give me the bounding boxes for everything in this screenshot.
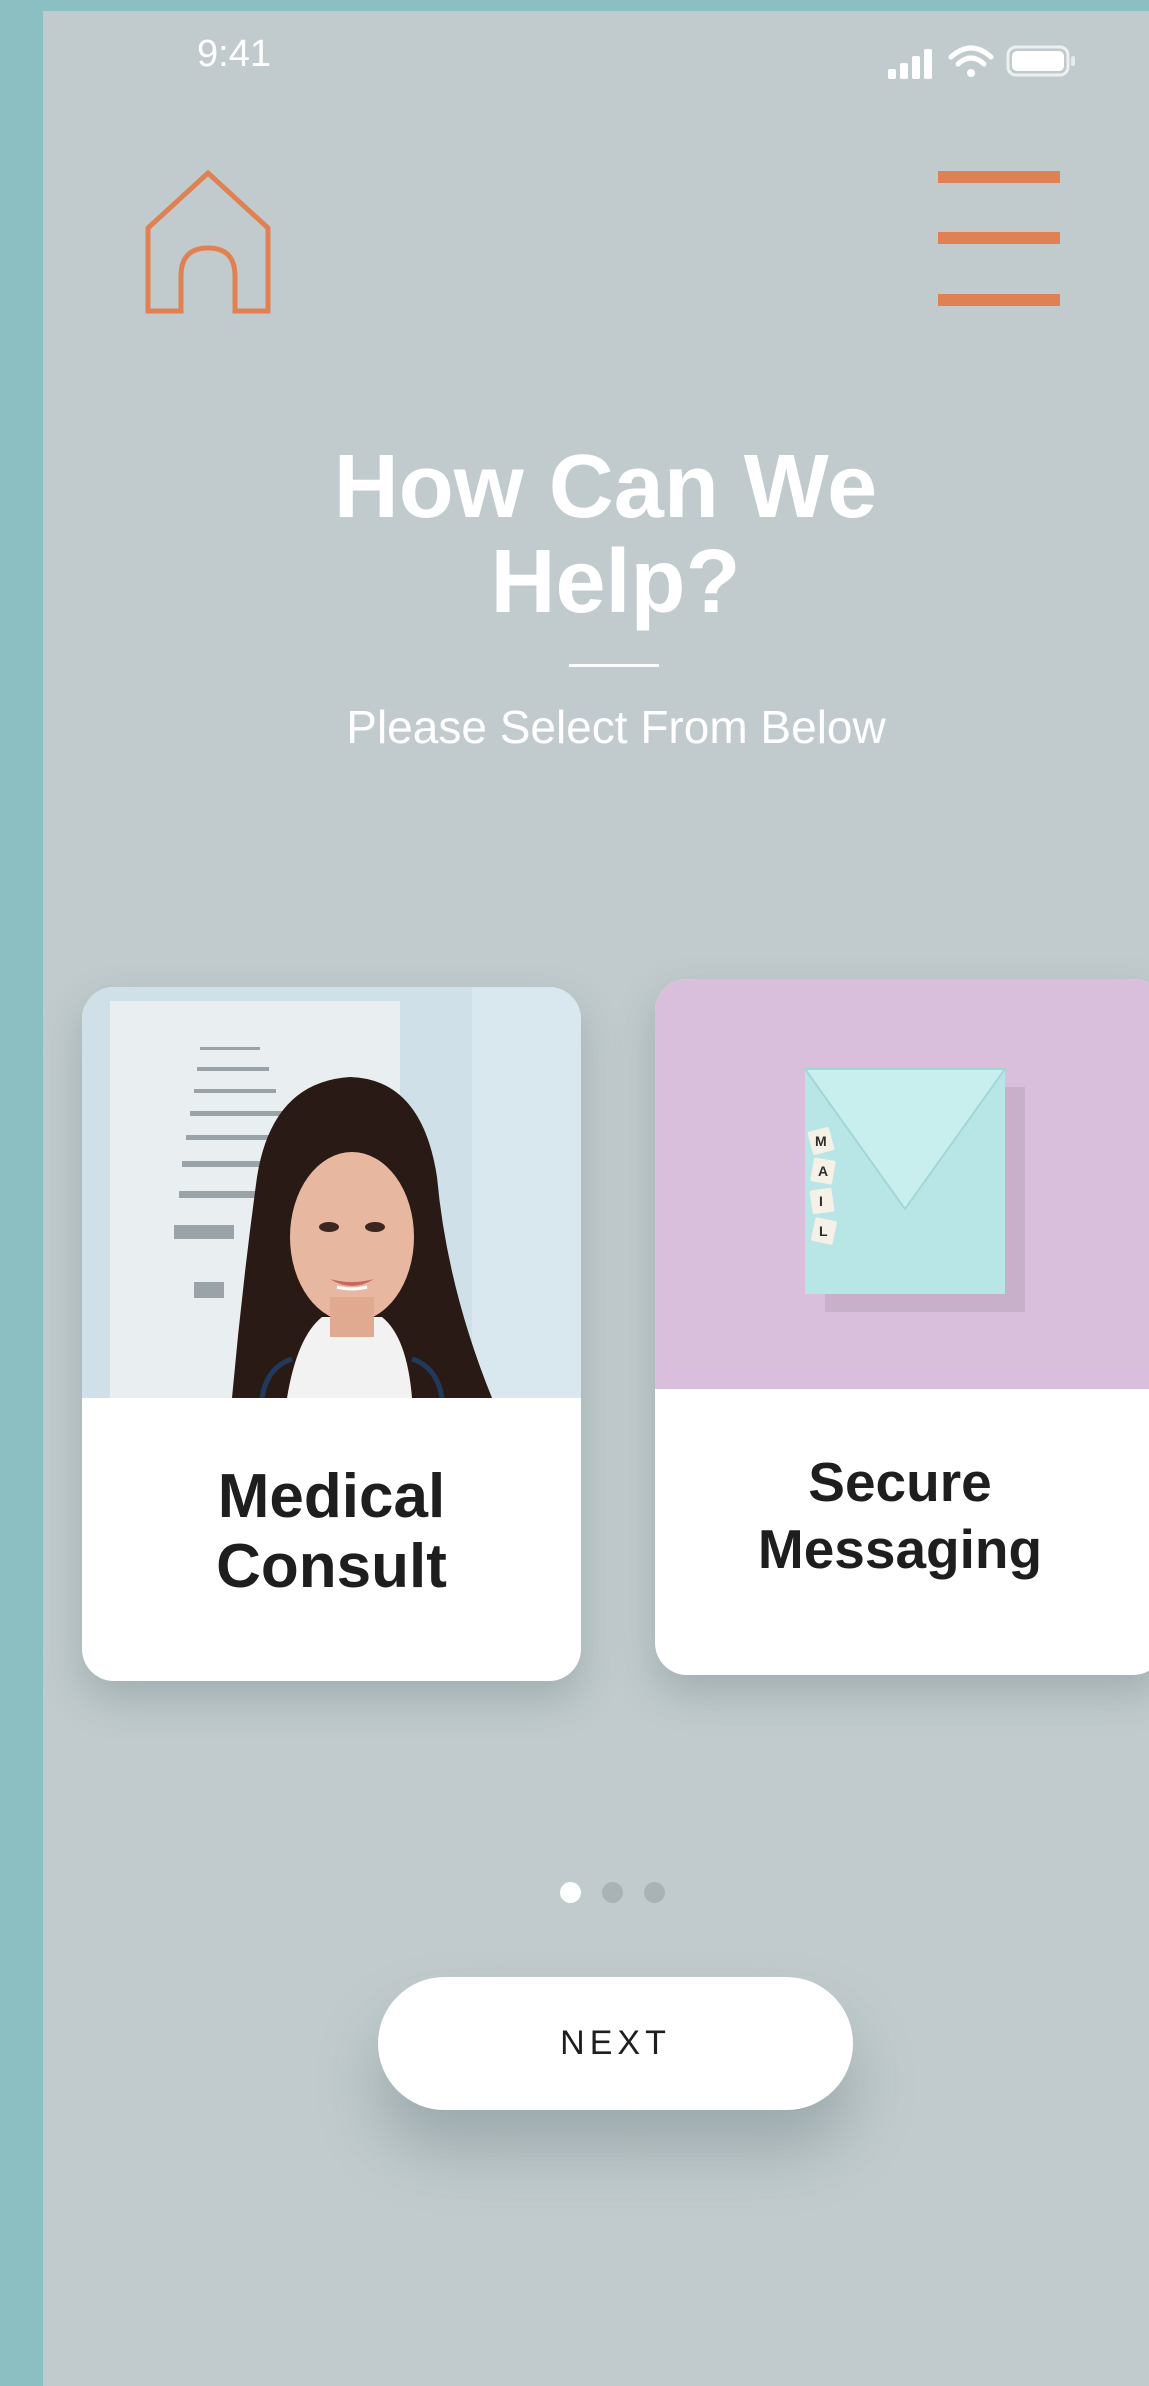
battery-icon xyxy=(1006,45,1075,77)
envelope-mail-photo: M A I L xyxy=(655,979,1149,1389)
menu-bar xyxy=(938,294,1060,306)
secure-messaging-card[interactable]: M A I L Secure Messaging xyxy=(655,979,1149,1675)
next-button[interactable]: NEXT xyxy=(378,1977,853,2110)
hamburger-menu-icon[interactable] xyxy=(938,171,1060,316)
card-label-line: Messaging xyxy=(757,1518,1043,1580)
pagination-dot[interactable] xyxy=(602,1882,623,1903)
title-divider xyxy=(569,664,659,667)
wifi-icon xyxy=(948,45,994,77)
menu-bar xyxy=(938,171,1060,183)
pagination-dot[interactable] xyxy=(644,1882,665,1903)
status-time: 9:41 xyxy=(197,33,271,75)
page-subtitle: Please Select From Below xyxy=(346,701,886,753)
pagination-dot-active[interactable] xyxy=(560,1882,581,1903)
svg-text:A: A xyxy=(818,1163,828,1179)
title-line-1: How Can We xyxy=(333,437,878,537)
medical-consult-card[interactable]: Medical Consult xyxy=(82,987,581,1681)
card-label-line: Medical xyxy=(217,1462,446,1531)
doctor-photo xyxy=(82,987,581,1398)
card-label: Secure Messaging xyxy=(655,1449,1149,1583)
pagination-dots xyxy=(560,1882,670,1904)
card-label: Medical Consult xyxy=(82,1462,581,1602)
signal-icon xyxy=(888,49,932,79)
svg-text:L: L xyxy=(819,1223,828,1239)
card-label-line: Secure xyxy=(808,1451,992,1513)
svg-text:I: I xyxy=(819,1193,823,1209)
card-label-line: Consult xyxy=(216,1532,447,1601)
title-line-2: Help? xyxy=(490,532,741,632)
svg-text:M: M xyxy=(815,1133,827,1149)
home-icon[interactable] xyxy=(143,166,273,316)
page-title: How Can We Help? xyxy=(0,440,1149,630)
status-icons xyxy=(888,45,1075,79)
menu-bar xyxy=(938,232,1060,244)
